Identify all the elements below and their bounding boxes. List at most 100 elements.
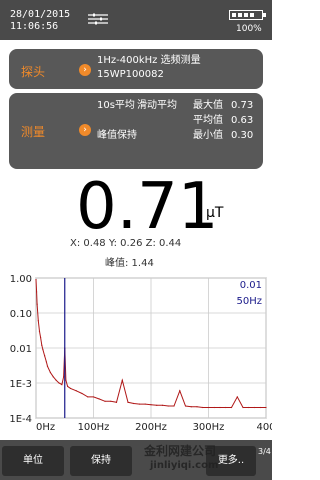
data-point: [190, 406, 192, 408]
data-point: [144, 403, 146, 405]
date-text: 28/01/2015: [10, 9, 71, 20]
battery-tip: [263, 13, 266, 17]
spectrum-chart[interactable]: 1.00 0.10 0.01 1E-3 1E-4 0Hz 100Hz 200Hz 300Hz 40…: [0, 270, 272, 438]
chevron-right-icon[interactable]: ›: [79, 64, 91, 76]
avg-value: 0.63: [231, 115, 254, 126]
reading-unit: μT: [206, 205, 224, 221]
data-point: [98, 398, 100, 400]
data-point: [35, 279, 37, 281]
cursor-freq-label: 50Hz: [237, 296, 263, 307]
battery-icon: [229, 10, 266, 20]
data-point: [253, 406, 256, 409]
max-label: 最大值: [193, 100, 223, 111]
data-point: [87, 396, 89, 398]
data-point: [40, 336, 42, 339]
y-tick-label: 0.10: [10, 309, 32, 320]
data-point: [230, 406, 233, 409]
data-point: [58, 382, 60, 384]
time-text: 11:06:56: [10, 21, 59, 32]
max-value: 0.73: [231, 100, 254, 111]
x-tick-label: 400: [256, 422, 272, 433]
data-point: [45, 361, 47, 363]
data-point: [92, 396, 95, 398]
data-point: [259, 406, 261, 409]
data-point: [184, 405, 187, 407]
data-point: [161, 404, 164, 406]
reading-value: 0.71: [76, 170, 219, 244]
data-point: [46, 365, 49, 367]
y-tick-label: 1.00: [10, 274, 32, 285]
data-point: [61, 384, 63, 386]
hold-button[interactable]: 保持: [70, 446, 132, 476]
data-point: [150, 404, 152, 406]
data-point: [242, 406, 244, 409]
unit-button[interactable]: 单位: [2, 446, 64, 476]
data-point: [196, 406, 198, 408]
data-point: [52, 376, 54, 378]
xyz-values: X: 0.48 Y: 0.26 Z: 0.44: [70, 238, 182, 249]
peak-hold: 峰值保持: [97, 130, 137, 141]
data-point: [75, 390, 77, 392]
data-point: [35, 291, 38, 293]
data-point: [49, 371, 51, 374]
data-point: [213, 406, 215, 409]
data-point: [81, 392, 83, 395]
min-value: 0.30: [231, 130, 254, 141]
data-point: [67, 385, 69, 387]
avg-label: 平均值: [193, 115, 223, 126]
battery-percent: 100%: [236, 24, 262, 34]
data-point: [104, 400, 106, 402]
watermark-url: jinliyiqi.com: [150, 460, 219, 471]
y-tick-label: 1E-3: [9, 379, 32, 390]
data-point: [37, 320, 39, 322]
x-tick-label: 300Hz: [193, 422, 225, 433]
probe-serial: 15WP100082: [97, 69, 164, 80]
probe-card[interactable]: 探头 › 1Hz-400kHz 选频测量 15WP100082: [9, 49, 263, 89]
data-point: [167, 405, 169, 407]
x-tick-label: 0Hz: [36, 422, 55, 433]
x-tick-label: 200Hz: [135, 422, 167, 433]
data-point: [36, 303, 38, 305]
datetime: 28/01/2015 11:06:56: [10, 9, 70, 33]
data-point: [44, 355, 46, 357]
data-point: [55, 379, 57, 381]
measure-card[interactable]: 测量 › 10s平均 滑动平均 最大值 0.73 平均值 0.63 峰值保持 最…: [9, 93, 263, 169]
data-point: [65, 379, 67, 381]
data-point: [133, 402, 135, 405]
data-point: [265, 406, 267, 409]
data-point: [248, 406, 250, 409]
data-point: [173, 405, 175, 407]
data-point: [207, 406, 210, 409]
data-point: [69, 387, 72, 390]
x-tick-label: 100Hz: [78, 422, 110, 433]
y-tick-label: 0.01: [10, 344, 32, 355]
menu-icon[interactable]: [88, 13, 108, 25]
data-point: [127, 401, 129, 403]
avg-mode: 10s平均: [97, 100, 135, 111]
data-point: [41, 344, 43, 346]
data-point: [236, 396, 238, 398]
page-indicator: 3/4: [258, 447, 271, 456]
status-bar: 28/01/2015 11:06:56 100%: [0, 0, 272, 40]
data-point: [156, 404, 158, 406]
sliding-mode: 滑动平均: [137, 100, 177, 111]
data-point: [110, 400, 112, 402]
data-point: [219, 406, 221, 409]
min-label: 最小值: [193, 130, 223, 141]
data-point: [179, 390, 181, 392]
battery-fill: [232, 13, 255, 17]
chevron-right-icon[interactable]: ›: [79, 124, 91, 136]
data-point: [225, 406, 227, 409]
data-point: [138, 403, 141, 405]
data-point: [202, 406, 204, 409]
peak-value: 峰值: 1.44: [105, 258, 154, 269]
data-point: [38, 330, 41, 332]
y-tick-label: 1E-4: [9, 414, 32, 425]
measure-label: 测量: [21, 125, 46, 139]
cursor-value-label: 0.01: [240, 280, 262, 291]
watermark-text: 金利网建公司: [144, 444, 217, 458]
probe-label: 探头: [21, 65, 46, 79]
probe-range: 1Hz-400kHz 选频测量: [97, 55, 201, 66]
data-point: [63, 376, 65, 378]
data-point: [115, 401, 118, 403]
